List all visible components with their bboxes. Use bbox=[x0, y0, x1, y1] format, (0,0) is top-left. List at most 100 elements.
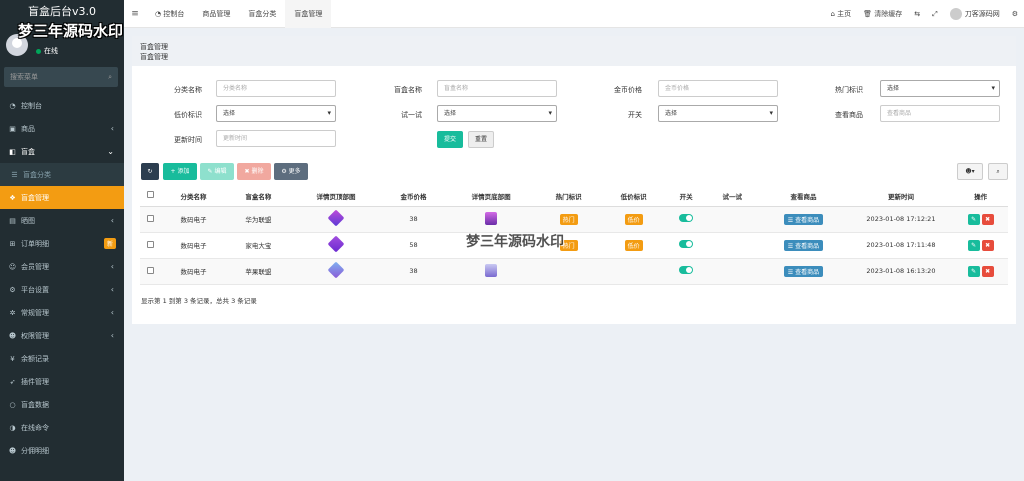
hot-select[interactable]: 选择 bbox=[880, 80, 1000, 97]
settings-icon[interactable]: ⚙ bbox=[1012, 10, 1018, 18]
col-switch[interactable]: 开关 bbox=[666, 186, 706, 207]
edit-row-button[interactable]: ✎ bbox=[967, 213, 980, 225]
tab-dashboard[interactable]: ◔ 控制台 bbox=[146, 0, 193, 28]
switch-toggle[interactable] bbox=[679, 240, 694, 248]
col-category[interactable]: 分类名称 bbox=[160, 186, 226, 207]
sidebar-item-command[interactable]: ◑ 在线命令 bbox=[0, 416, 124, 439]
cell-bottom-image[interactable] bbox=[446, 258, 537, 285]
sidebar-item-orders[interactable]: ⊞ 订单明细 新 bbox=[0, 232, 124, 255]
sidebar-item-balance[interactable]: ¥ 余额记录 bbox=[0, 347, 124, 370]
col-view[interactable]: 查看商品 bbox=[758, 186, 849, 207]
cell-view[interactable]: ☰ 查看商品 bbox=[758, 232, 849, 259]
sidebar-item-label: 订单明细 bbox=[21, 239, 49, 248]
edit-row-button[interactable]: ✎ bbox=[967, 239, 980, 251]
home-link[interactable]: ⌂ 主页 bbox=[830, 9, 851, 19]
col-update-time[interactable]: 更新时间 bbox=[848, 186, 954, 207]
data-table: 分类名称 盲盒名称 详情页顶部图 金币价格 详情页底部图 热门标识 低价标识 开… bbox=[140, 186, 1008, 285]
sidebar-search-input[interactable]: 搜索菜单 ⌕ bbox=[4, 67, 118, 87]
select-all-checkbox[interactable] bbox=[140, 186, 161, 207]
view-goods-button[interactable]: ☰ 查看商品 bbox=[783, 239, 824, 251]
sidebar-item-photos[interactable]: ▤ 晒图 ‹ bbox=[0, 209, 124, 232]
col-price[interactable]: 金币价格 bbox=[381, 186, 447, 207]
gift-box-image[interactable] bbox=[485, 263, 498, 277]
name-input[interactable]: 盲盒名称 bbox=[437, 80, 557, 97]
sidebar-item-general[interactable]: ✲ 常规管理 ‹ bbox=[0, 301, 124, 324]
update-input[interactable]: 更新时间 bbox=[216, 130, 336, 147]
col-top-image[interactable]: 详情页顶部图 bbox=[290, 186, 382, 207]
edit-button[interactable]: ✎ 编辑 bbox=[200, 163, 234, 180]
clear-cache-button[interactable]: 🗑︎ 清除缓存 bbox=[863, 9, 902, 19]
low-select[interactable]: 选择 bbox=[216, 105, 336, 122]
col-low[interactable]: 低价标识 bbox=[601, 186, 667, 207]
switch-select[interactable]: 选择 bbox=[658, 105, 778, 122]
purple-box-image[interactable] bbox=[327, 209, 345, 227]
switch-toggle[interactable] bbox=[679, 266, 694, 274]
cell-top-image[interactable] bbox=[290, 206, 382, 233]
search-icon[interactable]: ⌕ bbox=[108, 73, 112, 82]
sidebar-item-data[interactable]: ○ 盲盒数据 bbox=[0, 393, 124, 416]
row-checkbox[interactable] bbox=[140, 232, 161, 259]
gift-box-image[interactable] bbox=[485, 211, 498, 225]
menu-toggle-icon[interactable]: ≡ bbox=[124, 9, 146, 19]
table-row[interactable]: 数码电子 家电大宝 58 热门 低价 ☰ 查看商品 2023-01-08 17:… bbox=[140, 232, 1008, 259]
view-goods-button[interactable]: ☰ 查看商品 bbox=[783, 213, 824, 225]
cell-view[interactable]: ☰ 查看商品 bbox=[758, 206, 849, 233]
delete-row-button[interactable]: ✖ bbox=[981, 213, 994, 225]
delete-row-button[interactable]: ✖ bbox=[981, 265, 994, 277]
blue-box-image[interactable] bbox=[327, 261, 345, 279]
delete-button[interactable]: ✖ 删除 bbox=[237, 163, 271, 180]
cell-switch[interactable] bbox=[666, 232, 706, 259]
category-input[interactable]: 分类名称 bbox=[216, 80, 336, 97]
view-goods-button[interactable]: ☰ 查看商品 bbox=[783, 265, 824, 277]
col-try[interactable]: 试一试 bbox=[705, 186, 759, 207]
sidebar-item-members[interactable]: ☺ 会员管理 ‹ bbox=[0, 255, 124, 278]
sidebar-item-goods[interactable]: ▣ 商品 ‹ bbox=[0, 117, 124, 140]
sidebar-item-plugins[interactable]: ➶ 插件管理 bbox=[0, 370, 124, 393]
cell-top-image[interactable] bbox=[290, 232, 382, 259]
cell-view[interactable]: ☰ 查看商品 bbox=[758, 258, 849, 285]
reset-button[interactable]: 重置 bbox=[468, 131, 494, 148]
submit-button[interactable]: 提交 bbox=[437, 131, 463, 148]
add-button[interactable]: + 添加 bbox=[163, 163, 197, 180]
table-row[interactable]: 数码电子 苹果联盟 38 ☰ 查看商品 2023-01-08 16:13:20 … bbox=[140, 258, 1008, 285]
edit-row-button[interactable]: ✎ bbox=[967, 265, 980, 277]
search-button[interactable]: ⌕ bbox=[988, 163, 1008, 180]
tab-blindbox-manage[interactable]: 盲盒管理 bbox=[285, 0, 332, 28]
col-bottom-image[interactable]: 详情页底部图 bbox=[446, 186, 537, 207]
chevron-left-icon: ‹ bbox=[110, 331, 114, 340]
cubes-icon: ❖ bbox=[9, 193, 16, 202]
sidebar-item-permission[interactable]: ☻ 权限管理 ‹ bbox=[0, 324, 124, 347]
delete-row-button[interactable]: ✖ bbox=[981, 239, 994, 251]
user-menu[interactable]: 刀客源码网 bbox=[949, 8, 1000, 20]
tab-goods[interactable]: 商品管理 bbox=[193, 0, 239, 28]
columns-toggle-button[interactable]: ☻▾ bbox=[957, 163, 983, 180]
cell-top-image[interactable] bbox=[290, 258, 382, 285]
refresh-button[interactable]: ↻ bbox=[141, 163, 159, 180]
table-row[interactable]: 数码电子 华为联盟 38 热门 低价 ☰ 查看商品 2023-01-08 17:… bbox=[140, 206, 1008, 233]
image-icon: ▤ bbox=[9, 216, 16, 225]
sidebar-item-blindbox-manage[interactable]: ❖ 盲盒管理 bbox=[0, 186, 124, 209]
price-input[interactable]: 金币价格 bbox=[658, 80, 778, 97]
view-input[interactable]: 查看商品 bbox=[880, 105, 1000, 122]
sidebar-item-blindbox-category[interactable]: ☰ 盲盒分类 bbox=[0, 163, 124, 186]
row-checkbox[interactable] bbox=[140, 258, 161, 285]
col-name[interactable]: 盲盒名称 bbox=[225, 186, 291, 207]
sidebar-item-blindbox[interactable]: ◧ 盲盒 ⌄ bbox=[0, 140, 124, 163]
sidebar-item-dashboard[interactable]: ◔ 控制台 bbox=[0, 94, 124, 117]
more-button[interactable]: ⚙ 更多 bbox=[274, 163, 308, 180]
translate-icon[interactable]: ⇆ bbox=[914, 10, 920, 18]
sidebar-item-platform[interactable]: ⚙ 平台设置 ‹ bbox=[0, 278, 124, 301]
fullscreen-icon[interactable]: ⤢ bbox=[932, 10, 938, 19]
try-select[interactable]: 选择 bbox=[437, 105, 557, 122]
switch-toggle[interactable] bbox=[679, 214, 694, 222]
cell-switch[interactable] bbox=[666, 258, 706, 285]
tab-category[interactable]: 盲盒分类 bbox=[239, 0, 285, 28]
cell-bottom-image[interactable] bbox=[446, 206, 537, 233]
row-checkbox[interactable] bbox=[140, 206, 161, 233]
cell-switch[interactable] bbox=[666, 206, 706, 233]
cell-category: 数码电子 bbox=[160, 232, 226, 259]
sidebar-item-commission[interactable]: ☻ 分佣明细 bbox=[0, 439, 124, 462]
cell-try bbox=[705, 258, 759, 285]
purple-box-image[interactable] bbox=[327, 235, 345, 253]
col-hot[interactable]: 热门标识 bbox=[536, 186, 602, 207]
